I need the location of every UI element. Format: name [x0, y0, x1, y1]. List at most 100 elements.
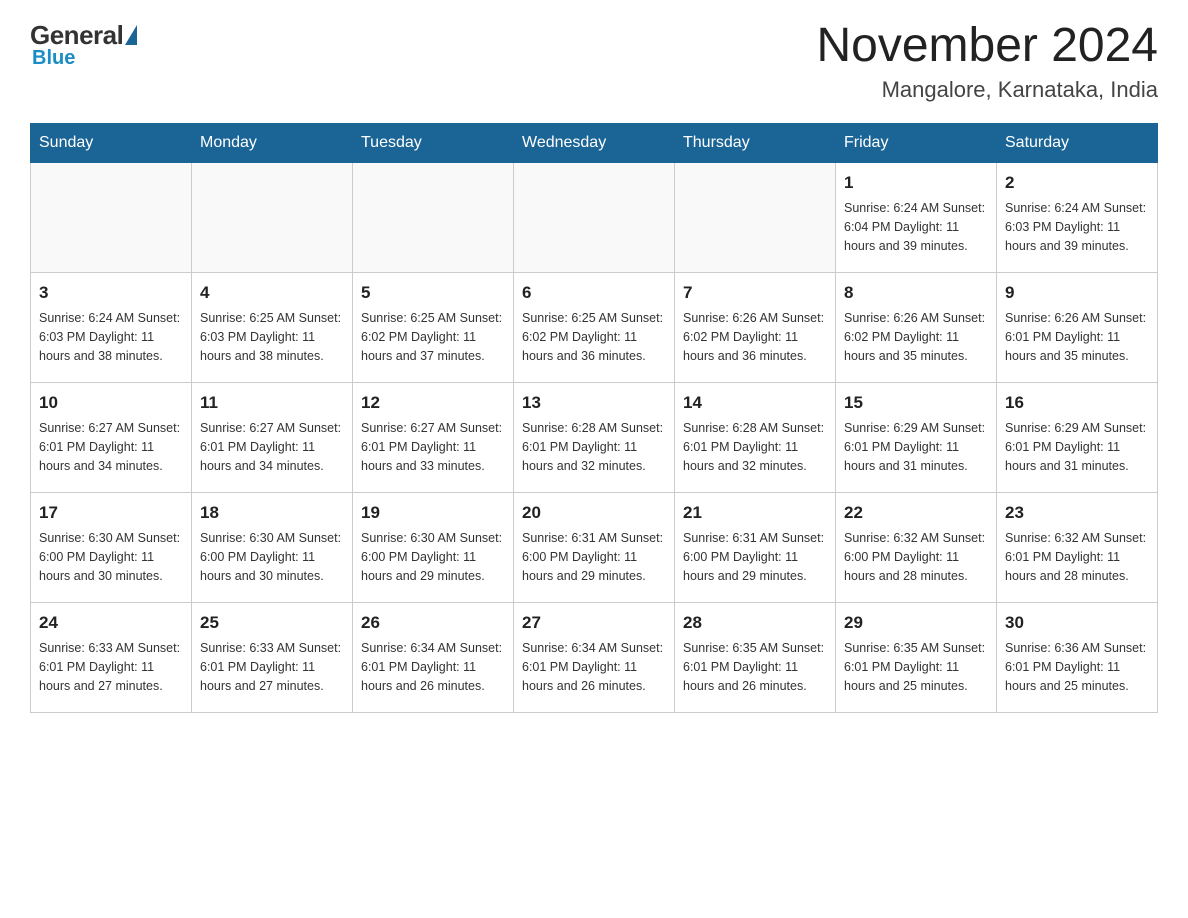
day-number: 4	[200, 281, 344, 306]
header-cell-tuesday: Tuesday	[353, 123, 514, 162]
page-header: General Blue November 2024 Mangalore, Ka…	[30, 20, 1158, 103]
header-cell-friday: Friday	[836, 123, 997, 162]
day-info: Sunrise: 6:27 AM Sunset: 6:01 PM Dayligh…	[39, 419, 183, 475]
calendar-body: 1Sunrise: 6:24 AM Sunset: 6:04 PM Daylig…	[31, 162, 1158, 712]
day-info: Sunrise: 6:30 AM Sunset: 6:00 PM Dayligh…	[200, 529, 344, 585]
calendar-cell: 14 Sunrise: 6:28 AM Sunset: 6:01 PM Dayli…	[675, 382, 836, 492]
day-number: 25	[200, 611, 344, 636]
day-info: Sunrise: 6:33 AM Sunset: 6:01 PM Dayligh…	[200, 639, 344, 695]
calendar-cell: 29 Sunrise: 6:35 AM Sunset: 6:01 PM Dayli…	[836, 602, 997, 712]
day-info: Sunrise: 6:34 AM Sunset: 6:01 PM Dayligh…	[361, 639, 505, 695]
week-row-5: 24 Sunrise: 6:33 AM Sunset: 6:01 PM Dayli…	[31, 602, 1158, 712]
day-info: Sunrise: 6:27 AM Sunset: 6:01 PM Dayligh…	[361, 419, 505, 475]
day-number: 12	[361, 391, 505, 416]
day-info: Sunrise: 6:27 AM Sunset: 6:01 PM Dayligh…	[200, 419, 344, 475]
day-info: Sunrise: 6:31 AM Sunset: 6:00 PM Dayligh…	[522, 529, 666, 585]
calendar-cell: 2Sunrise: 6:24 AM Sunset: 6:03 PM Daylig…	[997, 162, 1158, 272]
day-info: Sunrise: 6:26 AM Sunset: 6:01 PM Dayligh…	[1005, 309, 1149, 365]
day-number: 13	[522, 391, 666, 416]
header-cell-thursday: Thursday	[675, 123, 836, 162]
day-info: Sunrise: 6:24 AM Sunset: 6:03 PM Dayligh…	[39, 309, 183, 365]
day-info: Sunrise: 6:31 AM Sunset: 6:00 PM Dayligh…	[683, 529, 827, 585]
day-info: Sunrise: 6:32 AM Sunset: 6:01 PM Dayligh…	[1005, 529, 1149, 585]
calendar-cell: 23Sunrise: 6:32 AM Sunset: 6:01 PM Dayli…	[997, 492, 1158, 602]
calendar-cell: 1Sunrise: 6:24 AM Sunset: 6:04 PM Daylig…	[836, 162, 997, 272]
calendar-cell: 24 Sunrise: 6:33 AM Sunset: 6:01 PM Dayli…	[31, 602, 192, 712]
calendar-cell: 28 Sunrise: 6:35 AM Sunset: 6:01 PM Dayli…	[675, 602, 836, 712]
day-number: 28	[683, 611, 827, 636]
day-number: 10	[39, 391, 183, 416]
day-number: 9	[1005, 281, 1149, 306]
day-number: 14	[683, 391, 827, 416]
calendar-cell: 4 Sunrise: 6:25 AM Sunset: 6:03 PM Daylig…	[192, 272, 353, 382]
calendar-cell: 25 Sunrise: 6:33 AM Sunset: 6:01 PM Dayli…	[192, 602, 353, 712]
day-number: 30	[1005, 611, 1149, 636]
day-number: 29	[844, 611, 988, 636]
week-row-2: 3 Sunrise: 6:24 AM Sunset: 6:03 PM Daylig…	[31, 272, 1158, 382]
day-number: 16	[1005, 391, 1149, 416]
day-number: 8	[844, 281, 988, 306]
day-info: Sunrise: 6:28 AM Sunset: 6:01 PM Dayligh…	[683, 419, 827, 475]
day-number: 15	[844, 391, 988, 416]
day-info: Sunrise: 6:28 AM Sunset: 6:01 PM Dayligh…	[522, 419, 666, 475]
calendar-cell: 11 Sunrise: 6:27 AM Sunset: 6:01 PM Dayli…	[192, 382, 353, 492]
header-cell-monday: Monday	[192, 123, 353, 162]
day-info: Sunrise: 6:30 AM Sunset: 6:00 PM Dayligh…	[39, 529, 183, 585]
calendar-cell: 7 Sunrise: 6:26 AM Sunset: 6:02 PM Daylig…	[675, 272, 836, 382]
month-title: November 2024	[816, 20, 1158, 73]
day-number: 1	[844, 171, 988, 196]
calendar-cell	[31, 162, 192, 272]
day-number: 20	[522, 501, 666, 526]
day-number: 24	[39, 611, 183, 636]
calendar-cell: 10 Sunrise: 6:27 AM Sunset: 6:01 PM Dayli…	[31, 382, 192, 492]
title-section: November 2024 Mangalore, Karnataka, Indi…	[816, 20, 1158, 103]
location: Mangalore, Karnataka, India	[816, 77, 1158, 103]
calendar-cell: 8 Sunrise: 6:26 AM Sunset: 6:02 PM Daylig…	[836, 272, 997, 382]
day-info: Sunrise: 6:35 AM Sunset: 6:01 PM Dayligh…	[683, 639, 827, 695]
calendar-cell: 19Sunrise: 6:30 AM Sunset: 6:00 PM Dayli…	[353, 492, 514, 602]
day-number: 19	[361, 501, 505, 526]
calendar-cell: 20 Sunrise: 6:31 AM Sunset: 6:00 PM Dayli…	[514, 492, 675, 602]
calendar-cell: 13 Sunrise: 6:28 AM Sunset: 6:01 PM Dayli…	[514, 382, 675, 492]
calendar-cell: 3 Sunrise: 6:24 AM Sunset: 6:03 PM Daylig…	[31, 272, 192, 382]
logo: General Blue	[30, 20, 137, 70]
calendar-cell	[675, 162, 836, 272]
day-info: Sunrise: 6:26 AM Sunset: 6:02 PM Dayligh…	[844, 309, 988, 365]
calendar-header: SundayMondayTuesdayWednesdayThursdayFrid…	[31, 123, 1158, 162]
calendar-cell: 30 Sunrise: 6:36 AM Sunset: 6:01 PM Dayli…	[997, 602, 1158, 712]
week-row-3: 10 Sunrise: 6:27 AM Sunset: 6:01 PM Dayli…	[31, 382, 1158, 492]
day-number: 17	[39, 501, 183, 526]
day-info: Sunrise: 6:33 AM Sunset: 6:01 PM Dayligh…	[39, 639, 183, 695]
calendar-cell: 22 Sunrise: 6:32 AM Sunset: 6:00 PM Dayli…	[836, 492, 997, 602]
day-number: 11	[200, 391, 344, 416]
logo-blue-text: Blue	[30, 47, 75, 70]
day-number: 22	[844, 501, 988, 526]
calendar-cell: 9 Sunrise: 6:26 AM Sunset: 6:01 PM Daylig…	[997, 272, 1158, 382]
calendar-cell: 21 Sunrise: 6:31 AM Sunset: 6:00 PM Dayli…	[675, 492, 836, 602]
calendar-cell: 12 Sunrise: 6:27 AM Sunset: 6:01 PM Dayli…	[353, 382, 514, 492]
logo-triangle-icon	[125, 25, 137, 45]
calendar-cell	[514, 162, 675, 272]
calendar-cell: 26 Sunrise: 6:34 AM Sunset: 6:01 PM Dayli…	[353, 602, 514, 712]
day-number: 26	[361, 611, 505, 636]
day-info: Sunrise: 6:35 AM Sunset: 6:01 PM Dayligh…	[844, 639, 988, 695]
header-row: SundayMondayTuesdayWednesdayThursdayFrid…	[31, 123, 1158, 162]
calendar-cell: 27Sunrise: 6:34 AM Sunset: 6:01 PM Dayli…	[514, 602, 675, 712]
header-cell-wednesday: Wednesday	[514, 123, 675, 162]
day-info: Sunrise: 6:25 AM Sunset: 6:03 PM Dayligh…	[200, 309, 344, 365]
day-number: 3	[39, 281, 183, 306]
calendar-cell: 15Sunrise: 6:29 AM Sunset: 6:01 PM Dayli…	[836, 382, 997, 492]
day-number: 7	[683, 281, 827, 306]
day-number: 2	[1005, 171, 1149, 196]
day-info: Sunrise: 6:32 AM Sunset: 6:00 PM Dayligh…	[844, 529, 988, 585]
week-row-1: 1Sunrise: 6:24 AM Sunset: 6:04 PM Daylig…	[31, 162, 1158, 272]
day-info: Sunrise: 6:26 AM Sunset: 6:02 PM Dayligh…	[683, 309, 827, 365]
calendar-cell: 16Sunrise: 6:29 AM Sunset: 6:01 PM Dayli…	[997, 382, 1158, 492]
calendar-cell: 17 Sunrise: 6:30 AM Sunset: 6:00 PM Dayli…	[31, 492, 192, 602]
day-info: Sunrise: 6:36 AM Sunset: 6:01 PM Dayligh…	[1005, 639, 1149, 695]
week-row-4: 17 Sunrise: 6:30 AM Sunset: 6:00 PM Dayli…	[31, 492, 1158, 602]
calendar-cell: 5Sunrise: 6:25 AM Sunset: 6:02 PM Daylig…	[353, 272, 514, 382]
day-number: 21	[683, 501, 827, 526]
calendar-cell	[192, 162, 353, 272]
calendar-cell	[353, 162, 514, 272]
